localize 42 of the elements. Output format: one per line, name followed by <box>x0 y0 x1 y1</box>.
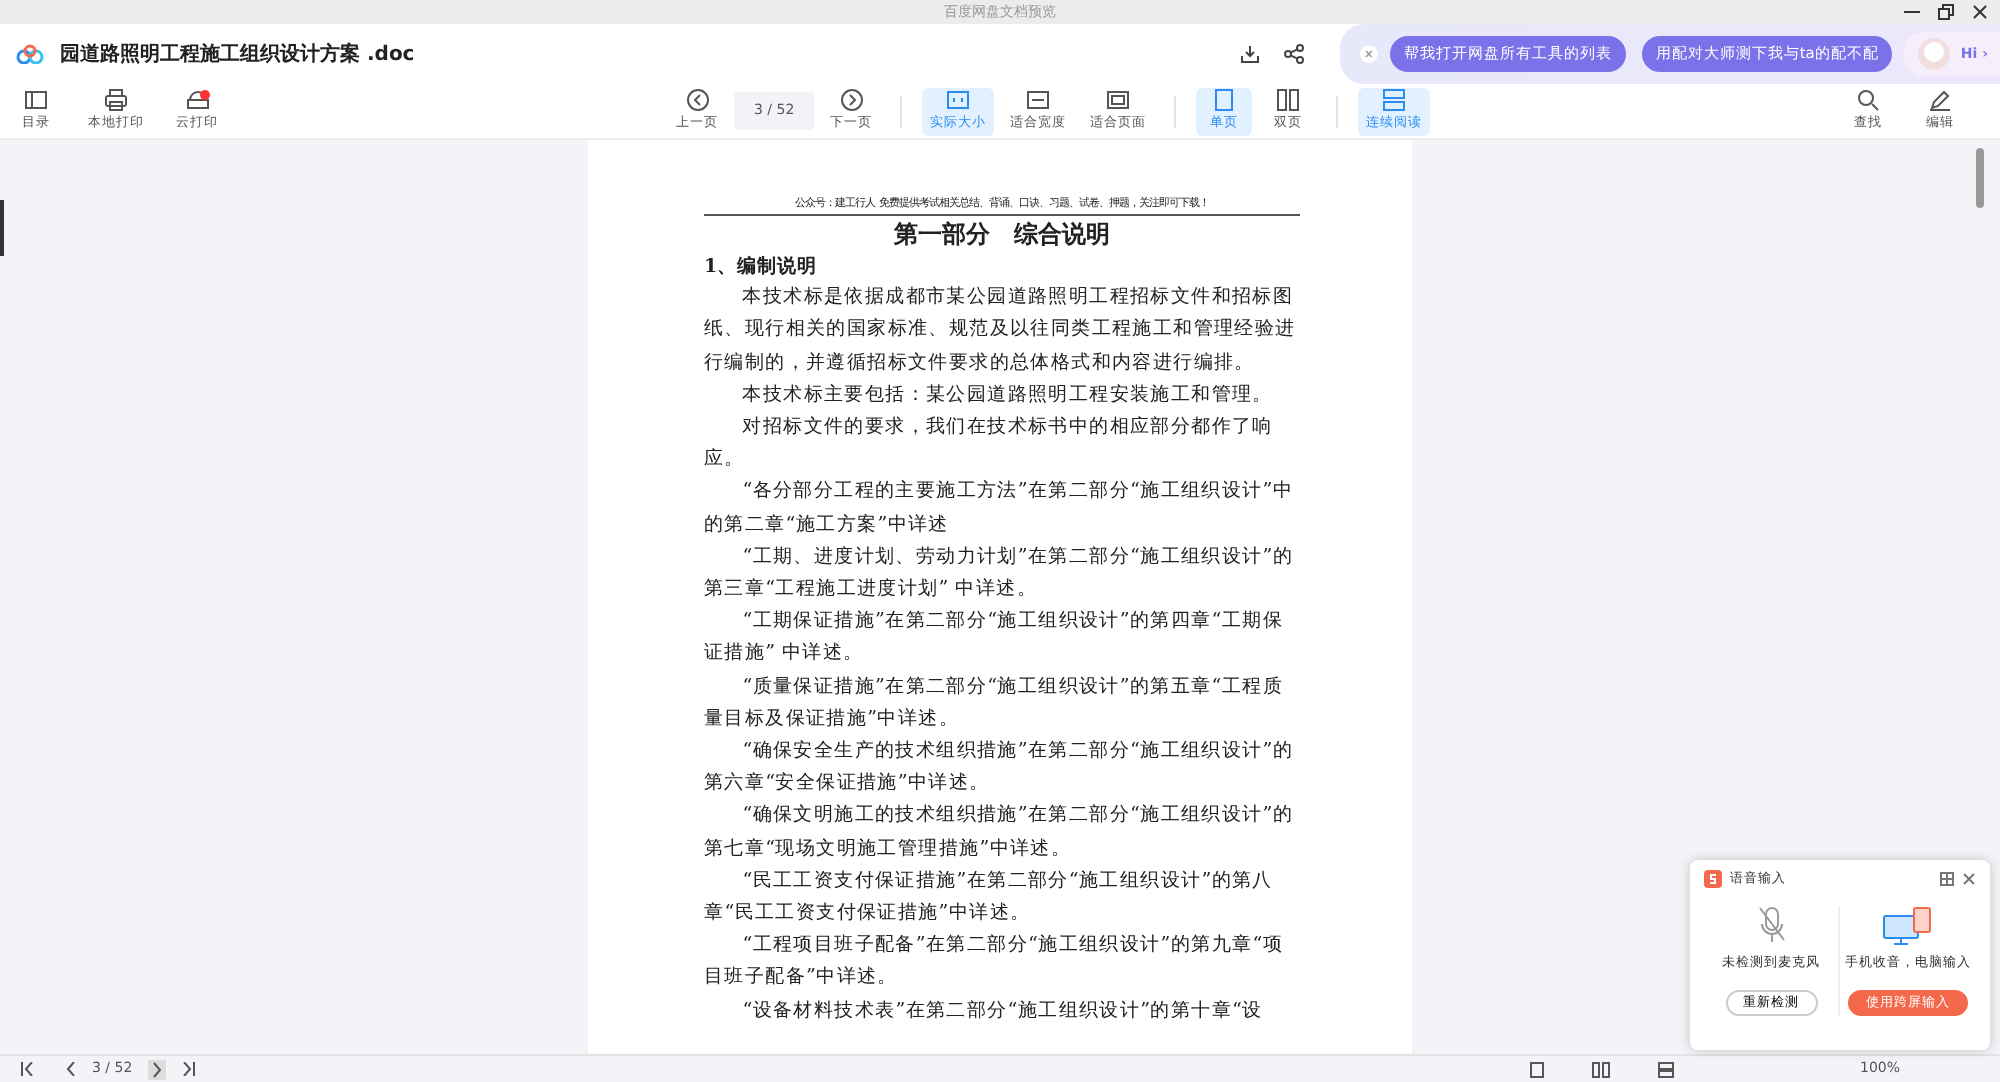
cloud-logo-icon <box>16 44 44 64</box>
monitor-phone-icon <box>1882 905 1934 946</box>
paragraph: 对招标文件的要求，我们在技术标书中的相应部分都作了响应。 <box>704 413 1275 475</box>
paragraph: “工期、进度计划、劳动力计划”在第二部分“施工组织设计”的第三章“工程施工进度计划” 中详述。 <box>704 543 1296 604</box>
close-icon[interactable] <box>1972 4 1988 20</box>
grid-icon[interactable] <box>1940 872 1954 887</box>
fit-page-icon <box>1106 88 1131 113</box>
share-icon[interactable] <box>1284 44 1304 64</box>
paragraph: “质量保证措施”在第二部分“施工组织设计”的第五章“工程质量目标及保证措施”中详述。 <box>704 673 1286 734</box>
first-page-icon[interactable] <box>20 1062 34 1076</box>
paragraph: 本技术标是依据成都市某公园道路照明工程招标文件和招标图纸、现行相关的国家标准、规范及以往同类工程施工和管理经验进行编制的，并遵循招标文件要求的总体格式和内容进行编排。 <box>704 284 1298 378</box>
single-page-icon <box>1212 88 1237 113</box>
restore-icon[interactable] <box>1938 4 1954 20</box>
continuous-icon[interactable] <box>1657 1061 1674 1077</box>
paragraph: “民工工资支付保证措施”在第二部分“施工组织设计”的第八章“民工工资支付保证措施”中详述。 <box>704 867 1275 928</box>
continuous-icon <box>1382 88 1407 113</box>
paragraph: 本技术标主要包括：某公园道路照明工程安装施工和管理。 <box>740 381 1275 410</box>
paragraph: “工期保证措施”在第二部分“施工组织设计”的第四章“工期保证措施” 中详述。 <box>704 608 1286 669</box>
double-page-icon <box>1276 88 1301 113</box>
paragraph: “工程项目班子配备”在第二部分“施工组织设计”的第九章“项目班子配备”中详述。 <box>704 932 1286 993</box>
sidebar-icon <box>24 88 48 113</box>
last-page-icon[interactable] <box>182 1062 197 1076</box>
single-page-icon[interactable] <box>1529 1061 1544 1077</box>
double-page-icon[interactable] <box>1591 1061 1610 1077</box>
previous-icon <box>685 88 709 113</box>
frame-icon <box>946 88 971 113</box>
paragraph: “确保文明施工的技术组织措施”在第二部分“施工组织设计”的第七章“现场文明施工管理措施”中详述。 <box>704 802 1296 864</box>
previous-page-icon[interactable] <box>66 1062 76 1076</box>
next-icon <box>839 88 864 113</box>
download-icon[interactable] <box>1240 44 1260 64</box>
logo-icon <box>1704 870 1722 889</box>
pen-icon <box>1928 88 1952 113</box>
paragraph: “设备材料技术表”在第二部分“施工组织设计”的第十章“设 <box>740 997 1265 1026</box>
section-heading: 1、编制说明 <box>704 253 820 283</box>
paragraph: “确保安全生产的技术组织措施”在第二部分“施工组织设计”的第六章“安全保证措施”中详述。 <box>704 737 1296 799</box>
paragraph: “各分部分工程的主要施工方法”在第二部分“施工组织设计”中的第二章“施工方案”中详述 <box>704 478 1296 540</box>
fit-width-icon <box>1026 88 1051 113</box>
next-page-icon[interactable] <box>148 1059 167 1079</box>
file-name: 园道路照明工程施工组织设计方案 .doc <box>60 40 415 69</box>
muted-microphone-icon <box>1755 905 1787 946</box>
section-title: 第一部分 综合说明 <box>892 218 1112 253</box>
search-icon <box>1856 88 1880 113</box>
